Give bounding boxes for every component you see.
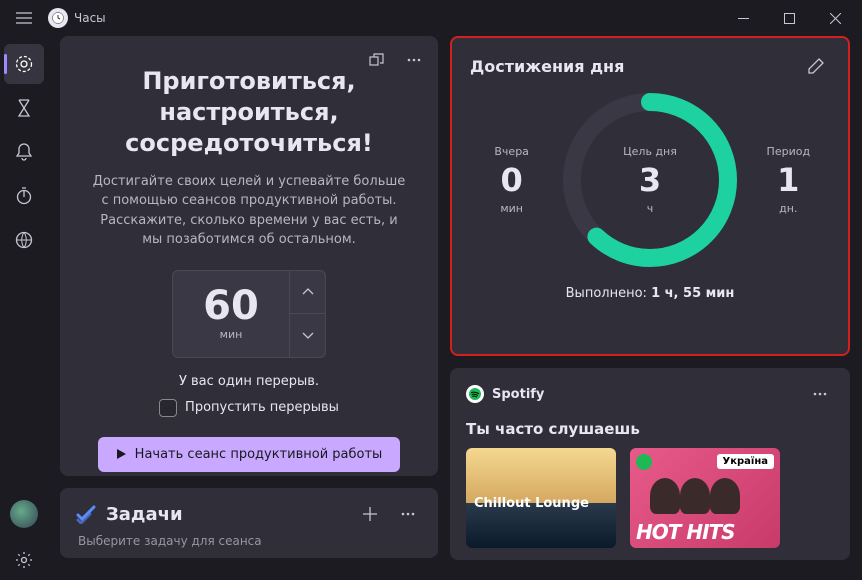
achievements-title: Достижения дня bbox=[470, 57, 802, 76]
sidebar-alarm[interactable] bbox=[4, 132, 44, 172]
completed-text: Выполнено: 1 ч, 55 мин bbox=[470, 286, 830, 301]
minutes-value: 60 bbox=[203, 286, 259, 326]
spotify-card: Spotify Ты часто слушаешь Chillout Loung… bbox=[450, 368, 850, 560]
minutes-unit: мин bbox=[220, 328, 243, 341]
achievements-card: Достижения дня Вчера 0 мин bbox=[450, 36, 850, 356]
start-focus-button[interactable]: Начать сеанс продуктивной работы bbox=[98, 437, 401, 472]
playlist-cover: Україна HOT HITS bbox=[630, 448, 780, 548]
playlist-badge: Україна bbox=[717, 454, 775, 469]
collapse-icon[interactable] bbox=[362, 46, 390, 74]
sidebar-timer[interactable] bbox=[4, 88, 44, 128]
tasks-title: Задачи bbox=[106, 504, 346, 525]
stepper-up[interactable] bbox=[290, 270, 326, 314]
app-title: Часы bbox=[74, 11, 106, 25]
goal-label: Цель дня bbox=[623, 145, 677, 158]
close-button[interactable] bbox=[812, 2, 858, 34]
tasks-more-icon[interactable] bbox=[394, 500, 422, 528]
minutes-stepper: 60 мин bbox=[76, 270, 422, 358]
focus-card: Приготовиться, настроиться, сосредоточит… bbox=[60, 36, 438, 476]
edit-icon[interactable] bbox=[802, 52, 830, 80]
sidebar bbox=[0, 36, 48, 580]
more-icon[interactable] bbox=[400, 46, 428, 74]
stat-yesterday: Вчера 0 мин bbox=[477, 145, 547, 215]
playlist-item[interactable]: Chillout Lounge bbox=[466, 448, 616, 548]
spotify-dot-icon bbox=[636, 454, 652, 470]
spotify-brand: Spotify bbox=[492, 387, 798, 402]
goal-unit: ч bbox=[647, 202, 654, 215]
titlebar: Часы bbox=[0, 0, 862, 36]
spotify-subheader: Ты часто слушаешь bbox=[466, 420, 834, 438]
user-avatar[interactable] bbox=[10, 500, 38, 528]
spotify-more-icon[interactable] bbox=[806, 380, 834, 408]
sidebar-settings[interactable] bbox=[4, 540, 44, 580]
stat-period: Период 1 дн. bbox=[753, 145, 823, 215]
goal-value: 3 bbox=[639, 164, 661, 196]
play-icon bbox=[116, 448, 127, 460]
app-icon bbox=[48, 8, 68, 28]
tasks-subtitle: Выберите задачу для сеанса bbox=[78, 534, 422, 548]
sidebar-stopwatch[interactable] bbox=[4, 176, 44, 216]
minutes-display[interactable]: 60 мин bbox=[172, 270, 290, 358]
sidebar-focus[interactable] bbox=[4, 44, 44, 84]
tasks-icon bbox=[76, 504, 96, 524]
maximize-button[interactable] bbox=[766, 2, 812, 34]
tasks-card: Задачи Выберите задачу для сеанса bbox=[60, 488, 438, 558]
spotify-icon bbox=[466, 385, 484, 403]
add-task-button[interactable] bbox=[356, 500, 384, 528]
playlist-cover: Chillout Lounge bbox=[466, 448, 616, 548]
focus-title: Приготовиться, настроиться, сосредоточит… bbox=[76, 66, 422, 160]
skip-breaks-checkbox[interactable] bbox=[159, 399, 177, 417]
stepper-down[interactable] bbox=[290, 314, 326, 358]
minimize-button[interactable] bbox=[720, 2, 766, 34]
sidebar-worldclock[interactable] bbox=[4, 220, 44, 260]
skip-breaks-label: Пропустить перерывы bbox=[185, 400, 339, 415]
progress-ring: Цель дня 3 ч bbox=[560, 90, 740, 270]
hamburger-menu[interactable] bbox=[4, 2, 44, 34]
focus-description: Достигайте своих целей и успевайте больш… bbox=[92, 172, 406, 250]
start-button-label: Начать сеанс продуктивной работы bbox=[135, 447, 383, 462]
break-count-text: У вас один перерыв. bbox=[76, 374, 422, 389]
playlist-item[interactable]: Україна HOT HITS bbox=[630, 448, 780, 548]
